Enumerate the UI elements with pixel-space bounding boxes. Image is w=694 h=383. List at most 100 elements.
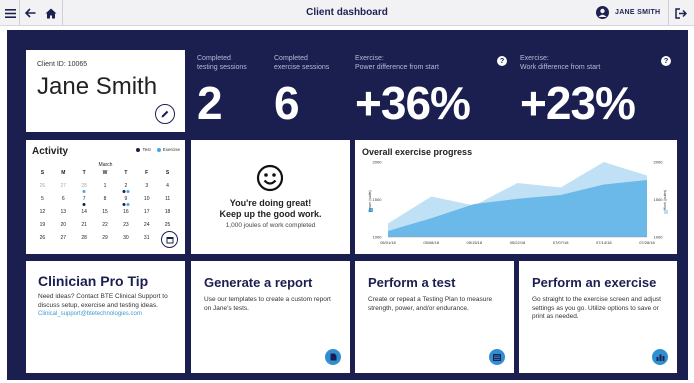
help-icon[interactable]: ?: [661, 56, 671, 66]
y-tick-label-left: 1500: [373, 197, 383, 202]
x-tick-label: 05/08/18: [423, 240, 439, 245]
encouragement-card: You're doing great! Keep up the good work…: [191, 140, 350, 254]
weekday-label: T: [124, 170, 128, 176]
user-avatar-icon: [596, 6, 609, 19]
stat-value: 6: [274, 77, 300, 129]
calendar-day[interactable]: 30: [115, 235, 136, 243]
y-tick-label-left: 2000: [373, 160, 383, 165]
calendar-day[interactable]: 27: [53, 183, 74, 191]
activity-card: Activity Test Exercise March S M T W T F S 26 27…: [26, 140, 185, 254]
card-title: Generate a report: [204, 275, 313, 290]
calendar-day[interactable]: 22: [95, 222, 116, 230]
stat-label: Completed testing sessions: [197, 55, 247, 71]
pencil-icon: [161, 110, 169, 118]
stat-value: +36%: [355, 77, 471, 129]
calendar-day[interactable]: 26: [32, 235, 53, 243]
card-description: Create or repeat a Testing Plan to measu…: [368, 296, 493, 312]
user-menu[interactable]: JANE SMITH: [596, 6, 660, 19]
legend-exercise: Exercise: [156, 147, 180, 152]
stat-power-difference: Exercise: Power difference from start +36…: [355, 54, 510, 129]
x-tick-label: 05/22/18: [510, 240, 526, 245]
x-tick-label: 05/15/18: [467, 240, 483, 245]
perform-test-button[interactable]: [489, 349, 505, 365]
perform-test-card[interactable]: Perform a test Create or repeat a Testin…: [355, 261, 514, 373]
weekday-label: S: [165, 170, 170, 176]
calendar-day[interactable]: 24: [136, 222, 157, 230]
calendar-day[interactable]: 17: [136, 209, 157, 217]
calendar-day[interactable]: 25: [157, 222, 178, 230]
calendar-day[interactable]: 29: [95, 235, 116, 243]
calendar-day[interactable]: 11: [157, 196, 178, 204]
calendar-day[interactable]: 15: [95, 209, 116, 217]
calendar-day[interactable]: 23: [115, 222, 136, 230]
calendar-day[interactable]: 31: [136, 235, 157, 243]
calendar-day[interactable]: 14: [74, 209, 95, 217]
calendar-day[interactable]: 6: [53, 196, 74, 204]
generate-report-button[interactable]: [325, 349, 341, 365]
stat-value: +23%: [520, 77, 636, 129]
support-email-link[interactable]: Clinical_support@btetechnologies.com: [38, 311, 142, 317]
calendar-day[interactable]: 5: [32, 196, 53, 204]
x-tick-label: 07/07/18: [553, 240, 569, 245]
calendar-day[interactable]: 27: [53, 235, 74, 243]
stat-value: 2: [197, 77, 223, 129]
stat-work-difference: Exercise: Work difference from start +23%…: [520, 54, 680, 129]
weekday-label: M: [61, 170, 66, 176]
y-tick-label-right: 2000: [654, 160, 664, 165]
calendar-day[interactable]: 2: [115, 183, 136, 193]
stat-label: Exercise: Power difference from start: [355, 55, 439, 71]
calendar-day[interactable]: 16: [115, 209, 136, 217]
calendar-day[interactable]: 18: [157, 209, 178, 217]
edit-client-button[interactable]: [155, 104, 175, 124]
clinician-tip-card: Clinician Pro Tip Need ideas? Contact BT…: [26, 261, 185, 373]
legend-test: Test: [136, 147, 151, 152]
y-axis-label-left: Power (watts): [368, 190, 372, 211]
calendar-day[interactable]: 21: [74, 222, 95, 230]
calendar-day[interactable]: 12: [32, 209, 53, 217]
weekday-label: S: [40, 170, 45, 176]
stat-exercise-sessions: Completed exercise sessions 6: [274, 54, 349, 129]
calendar-day[interactable]: 20: [53, 222, 74, 230]
stat-testing-sessions: Completed testing sessions 2: [197, 54, 267, 129]
calendar-month: March: [98, 162, 113, 168]
client-id: Client ID: 10065: [37, 61, 88, 68]
encouragement-message: You're doing great! Keep up the good work…: [219, 198, 322, 219]
chart-icon: [656, 354, 664, 361]
calendar-day[interactable]: 8: [95, 196, 116, 204]
calendar-grid: S M T W T F S 26 27 28 1 2 3 4 5 6 7 8 9 10 11 12 13 14 15 16 17 18…: [32, 170, 178, 243]
progress-chart: 05/01/18 05/08/18 05/15/18 05/22/18 07/07/18…: [368, 160, 668, 245]
stat-label: Exercise: Work difference from start: [520, 55, 601, 71]
tip-title: Clinician Pro Tip: [38, 273, 149, 289]
calendar-day[interactable]: 10: [136, 196, 157, 204]
calendar-day[interactable]: 28: [74, 183, 95, 193]
generate-report-card[interactable]: Generate a report Use our templates to c…: [191, 261, 350, 373]
calendar-day[interactable]: 13: [53, 209, 74, 217]
calendar-icon: [166, 236, 173, 243]
calendar-day[interactable]: 4: [157, 183, 178, 191]
help-icon[interactable]: ?: [497, 56, 507, 66]
y-tick-label-right: 1000: [654, 235, 664, 240]
calendar-day[interactable]: 26: [32, 183, 53, 191]
dashboard-panel: Client ID: 10065 Jane Smith Completed tes…: [7, 30, 688, 380]
calendar-day[interactable]: 19: [32, 222, 53, 230]
open-calendar-button[interactable]: [161, 231, 178, 248]
document-icon: [330, 353, 336, 361]
logout-icon[interactable]: [672, 3, 690, 23]
activity-marker: [82, 190, 86, 193]
weekday-label: T: [82, 170, 86, 176]
activity-marker: [122, 203, 130, 206]
calendar-day[interactable]: 28: [74, 235, 95, 243]
calendar-day[interactable]: 7: [74, 196, 95, 206]
perform-exercise-button[interactable]: [652, 349, 668, 365]
calendar-day[interactable]: 1: [95, 183, 116, 191]
calendar-day[interactable]: 9: [115, 196, 136, 206]
y-axis-label-right: Work (joules): [663, 190, 667, 211]
perform-exercise-card[interactable]: Perform an exercise Go straight to the e…: [519, 261, 677, 373]
x-tick-label: 05/01/18: [380, 240, 396, 245]
page-title: Client dashboard: [306, 7, 388, 18]
card-title: Perform a test: [368, 275, 456, 290]
calendar-day[interactable]: 3: [136, 183, 157, 191]
activity-marker: [82, 203, 86, 206]
x-tick-label: 07/14/18: [596, 240, 612, 245]
client-card: Client ID: 10065 Jane Smith: [26, 50, 185, 132]
